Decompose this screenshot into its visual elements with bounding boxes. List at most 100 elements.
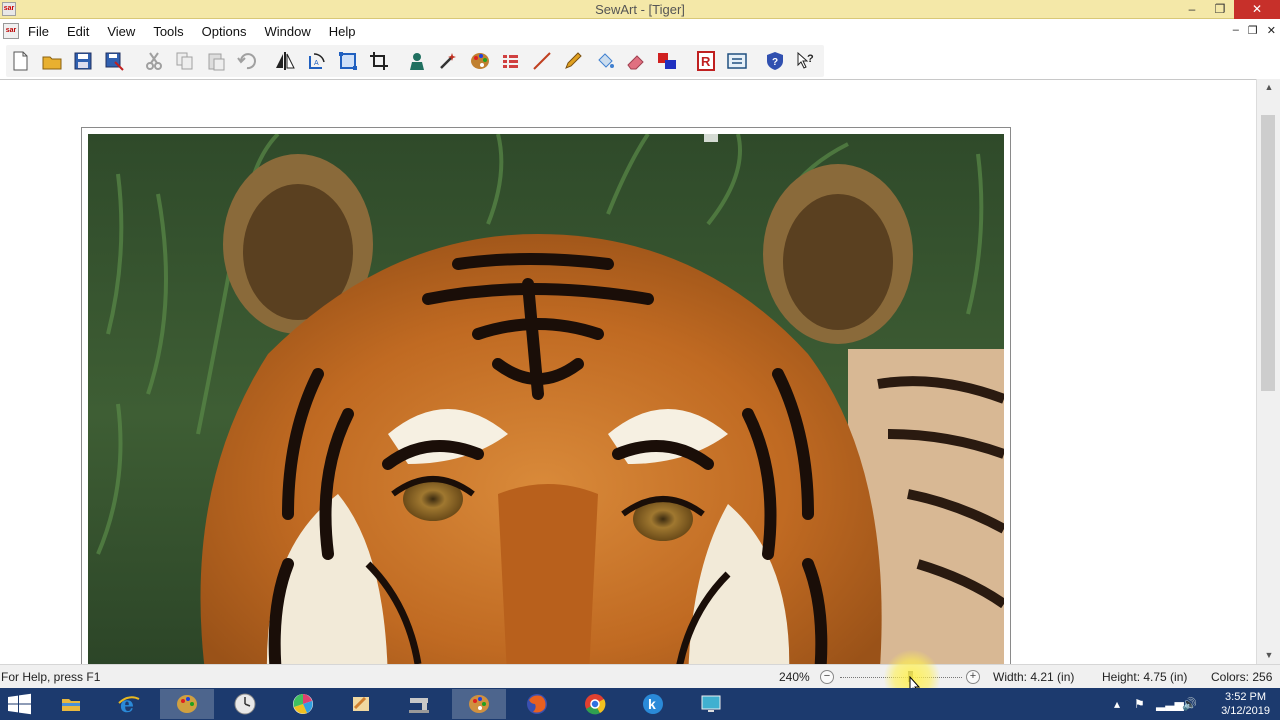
taskbar: e k ▴ ⚑ ▂▃▅ 🔊 3:52 PM 3/12/2019 <box>0 688 1280 720</box>
copy-button[interactable] <box>174 50 196 72</box>
line-icon <box>533 52 551 70</box>
taskbar-sewing-machine[interactable] <box>392 689 446 719</box>
rotate-button[interactable]: A <box>306 50 328 72</box>
windows-logo-icon <box>8 693 31 715</box>
resize-button[interactable] <box>337 50 359 72</box>
clock-date: 3/12/2019 <box>1221 705 1270 717</box>
magic-wand-icon <box>440 53 456 69</box>
copy-icon <box>176 52 193 70</box>
svg-text:?: ? <box>807 53 814 65</box>
menu-items: File Edit View Tools Options Window Help <box>28 24 373 39</box>
scroll-up-arrow-icon[interactable]: ▲ <box>1257 79 1280 96</box>
action-center-flag-icon[interactable]: ⚑ <box>1134 697 1145 711</box>
minimize-button[interactable]: – <box>1178 0 1206 19</box>
taskbar-file-explorer[interactable] <box>44 689 98 719</box>
document-icon[interactable]: sar <box>3 23 19 39</box>
taskbar-chrome[interactable] <box>568 689 622 719</box>
zoom-out-button[interactable]: − <box>820 670 834 684</box>
line-button[interactable] <box>531 50 553 72</box>
open-folder-icon <box>42 56 62 70</box>
svg-text:k: k <box>648 696 656 712</box>
fill-icon <box>598 53 614 68</box>
taskbar-k-app[interactable]: k <box>626 689 680 719</box>
new-button[interactable] <box>9 50 31 72</box>
menu-file[interactable]: File <box>28 24 57 39</box>
clock-time: 3:52 PM <box>1225 691 1267 703</box>
open-folder-button[interactable] <box>41 50 63 72</box>
tiger-image[interactable] <box>88 134 1004 686</box>
replace-button[interactable]: R <box>695 50 717 72</box>
taskbar-color-wheel[interactable] <box>276 689 330 719</box>
pencil-button[interactable] <box>562 50 584 72</box>
status-bar: For Help, press F1 240% − + Width: 4.21 … <box>0 664 1280 688</box>
eraser-button[interactable] <box>625 50 647 72</box>
taskbar-monitor-app[interactable] <box>684 689 738 719</box>
fill-button[interactable] <box>594 50 616 72</box>
window-controls: – ❐ ✕ <box>1178 0 1280 19</box>
image-height: Height: 4.75 (in) <box>1102 670 1188 684</box>
paste-button[interactable] <box>205 50 227 72</box>
sewing-machine-icon <box>409 698 429 713</box>
internet-explorer-icon: e <box>118 692 140 716</box>
zoom-in-button[interactable]: + <box>966 670 980 684</box>
taskbar-sewart-palette[interactable] <box>160 689 214 719</box>
document-close-button[interactable]: ✕ <box>1267 24 1276 37</box>
convert-button[interactable] <box>726 50 748 72</box>
help-status-text: For Help, press F1 <box>1 670 101 684</box>
image-width: Width: 4.21 (in) <box>993 670 1075 684</box>
taskbar-firefox[interactable] <box>510 689 564 719</box>
menu-help[interactable]: Help <box>329 24 364 39</box>
firefox-icon <box>527 694 547 714</box>
volume-icon[interactable]: 🔊 <box>1182 697 1197 711</box>
menu-options[interactable]: Options <box>202 24 255 39</box>
network-signal-icon[interactable]: ▂▃▅ <box>1156 697 1184 711</box>
menu-window[interactable]: Window <box>264 24 318 39</box>
paste-icon <box>208 53 225 71</box>
taskbar-clock-app[interactable] <box>218 689 272 719</box>
magic-wand-button[interactable] <box>437 50 459 72</box>
palette-button[interactable] <box>469 50 491 72</box>
taskbar-paint-app[interactable] <box>334 689 388 719</box>
system-tray: ▴ ⚑ ▂▃▅ 🔊 3:52 PM 3/12/2019 <box>1110 688 1280 720</box>
document-window-controls: – ❐ ✕ <box>1233 24 1276 37</box>
restore-button[interactable]: ❐ <box>1206 0 1234 19</box>
help-shield-button[interactable]: ? <box>764 50 786 72</box>
start-button[interactable] <box>0 688 40 720</box>
context-help-button[interactable]: ? <box>795 50 817 72</box>
clock[interactable]: 3:52 PM 3/12/2019 <box>1221 690 1270 718</box>
sewart-palette-icon <box>177 695 197 713</box>
crop-button[interactable] <box>368 50 390 72</box>
rotate-icon: A <box>309 53 325 69</box>
merge-button[interactable] <box>406 50 428 72</box>
crop-icon <box>370 52 388 70</box>
color-list-button[interactable] <box>500 50 522 72</box>
taskbar-internet-explorer[interactable]: e <box>102 689 156 719</box>
close-button[interactable]: ✕ <box>1234 0 1280 19</box>
shapes-button[interactable] <box>656 50 678 72</box>
undo-button[interactable] <box>236 50 258 72</box>
scrollbar-thumb[interactable] <box>1261 115 1275 391</box>
image-canvas[interactable] <box>81 127 1011 687</box>
document-minimize-button[interactable]: – <box>1233 24 1239 37</box>
save-as-button[interactable] <box>103 50 125 72</box>
save-button[interactable] <box>72 50 94 72</box>
scroll-down-arrow-icon[interactable]: ▼ <box>1257 647 1280 664</box>
menu-tools[interactable]: Tools <box>153 24 191 39</box>
replace-icon: R <box>697 51 715 71</box>
menu-view[interactable]: View <box>107 24 143 39</box>
flip-button[interactable] <box>274 50 296 72</box>
flip-icon <box>276 52 295 70</box>
k-app-icon: k <box>643 694 663 714</box>
tray-expand-icon[interactable]: ▴ <box>1114 697 1120 711</box>
color-list-icon <box>503 55 518 68</box>
document-area[interactable] <box>0 79 1256 687</box>
zoom-percent: 240% <box>779 670 810 684</box>
color-count: Colors: 256 <box>1211 670 1273 684</box>
new-icon <box>13 51 28 71</box>
document-restore-button[interactable]: ❐ <box>1248 24 1258 37</box>
vertical-scrollbar[interactable]: ▲ ▼ <box>1256 79 1280 664</box>
resize-icon <box>339 52 357 70</box>
cut-button[interactable] <box>143 50 165 72</box>
taskbar-sewart-app[interactable] <box>452 689 506 719</box>
menu-edit[interactable]: Edit <box>67 24 97 39</box>
